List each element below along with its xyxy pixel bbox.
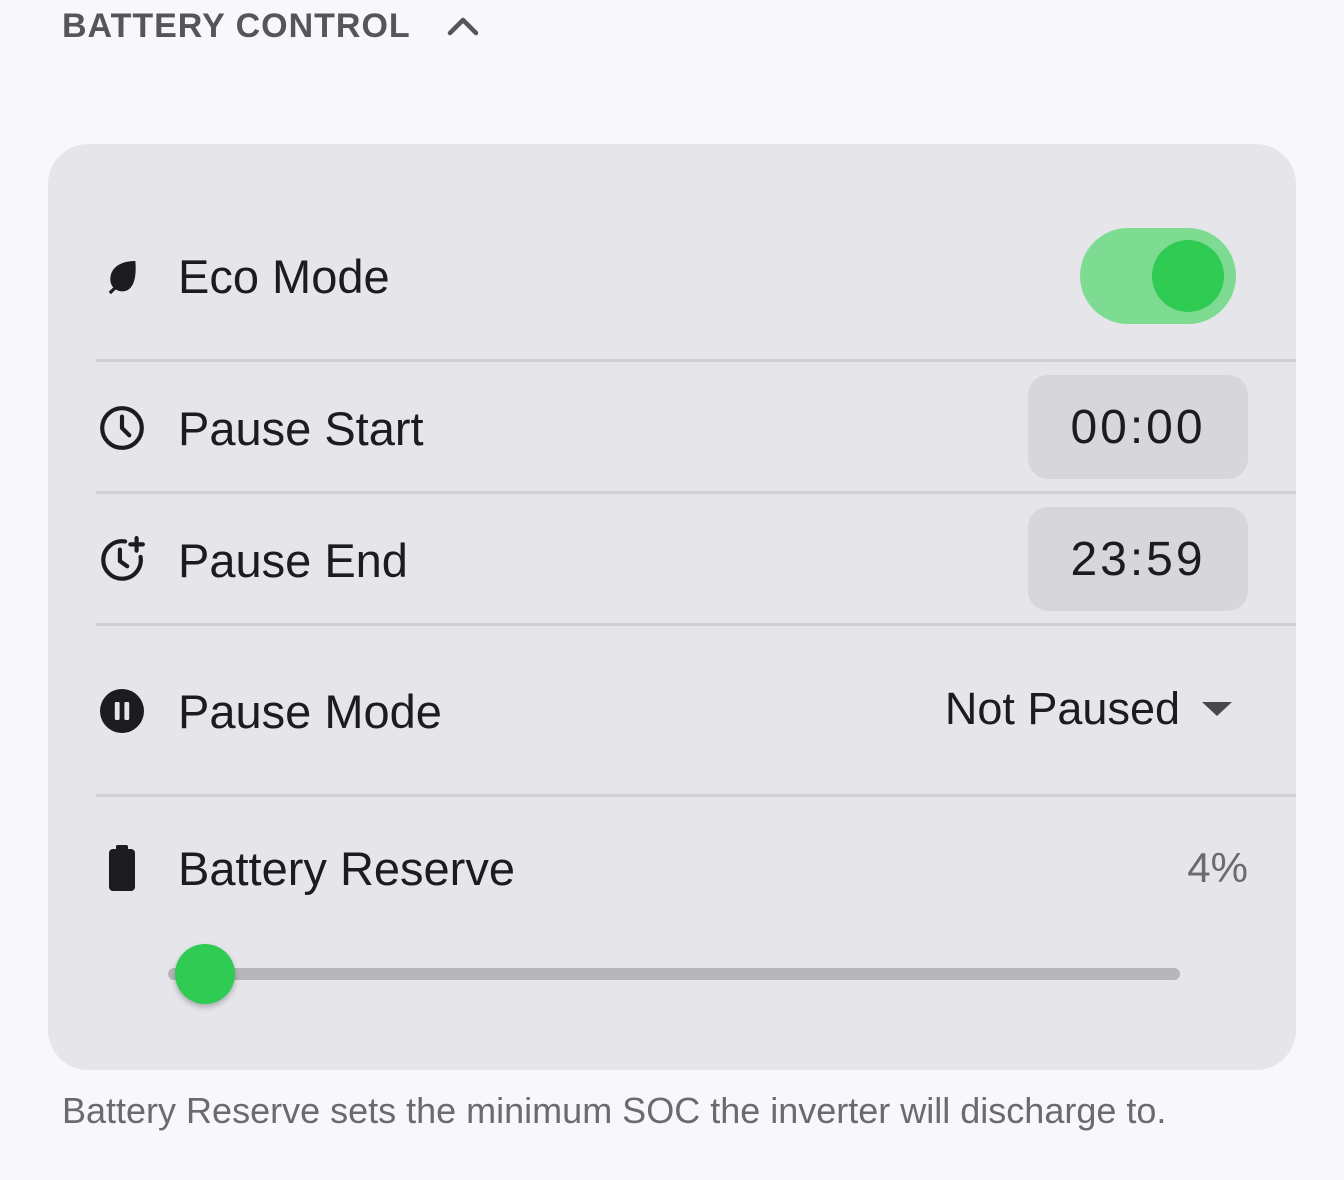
divider	[96, 359, 1296, 362]
clock-plus-icon	[94, 532, 150, 588]
pause-mode-dropdown[interactable]: Not Paused	[945, 674, 1232, 744]
divider	[96, 794, 1296, 797]
battery-reserve-slider[interactable]	[136, 944, 1180, 1004]
pause-end-time-button[interactable]: 23:59	[1028, 507, 1248, 611]
chevron-up-icon[interactable]	[447, 10, 479, 42]
eco-mode-label: Eco Mode	[178, 249, 390, 303]
clock-icon	[94, 400, 150, 456]
battery-reserve-row: Battery Reserve	[96, 828, 1296, 908]
divider	[96, 623, 1296, 626]
divider	[96, 491, 1296, 494]
pause-mode-label: Pause Mode	[178, 684, 442, 738]
pause-start-label: Pause Start	[178, 401, 424, 455]
battery-icon	[94, 840, 150, 896]
section-title: BATTERY CONTROL	[62, 6, 411, 45]
slider-track[interactable]	[168, 968, 1180, 980]
battery-reserve-label: Battery Reserve	[178, 841, 515, 895]
pause-end-label: Pause End	[178, 533, 408, 587]
pause-mode-value: Not Paused	[944, 683, 1180, 734]
footnote: Battery Reserve sets the minimum SOC the…	[62, 1090, 1167, 1131]
battery-reserve-value: 4%	[1187, 844, 1248, 891]
dropdown-caret-icon	[1202, 702, 1232, 716]
slider-thumb[interactable]	[175, 944, 235, 1004]
section-header[interactable]: BATTERY CONTROL	[62, 4, 479, 48]
pause-circle-icon	[94, 683, 150, 739]
pause-start-time-button[interactable]: 00:00	[1028, 375, 1248, 479]
toggle-knob	[1152, 240, 1224, 312]
battery-control-card: Eco Mode Pause Start 00:00 Pause End 23:…	[48, 144, 1296, 1070]
leaf-icon	[94, 248, 150, 304]
eco-mode-toggle[interactable]	[1080, 228, 1236, 324]
